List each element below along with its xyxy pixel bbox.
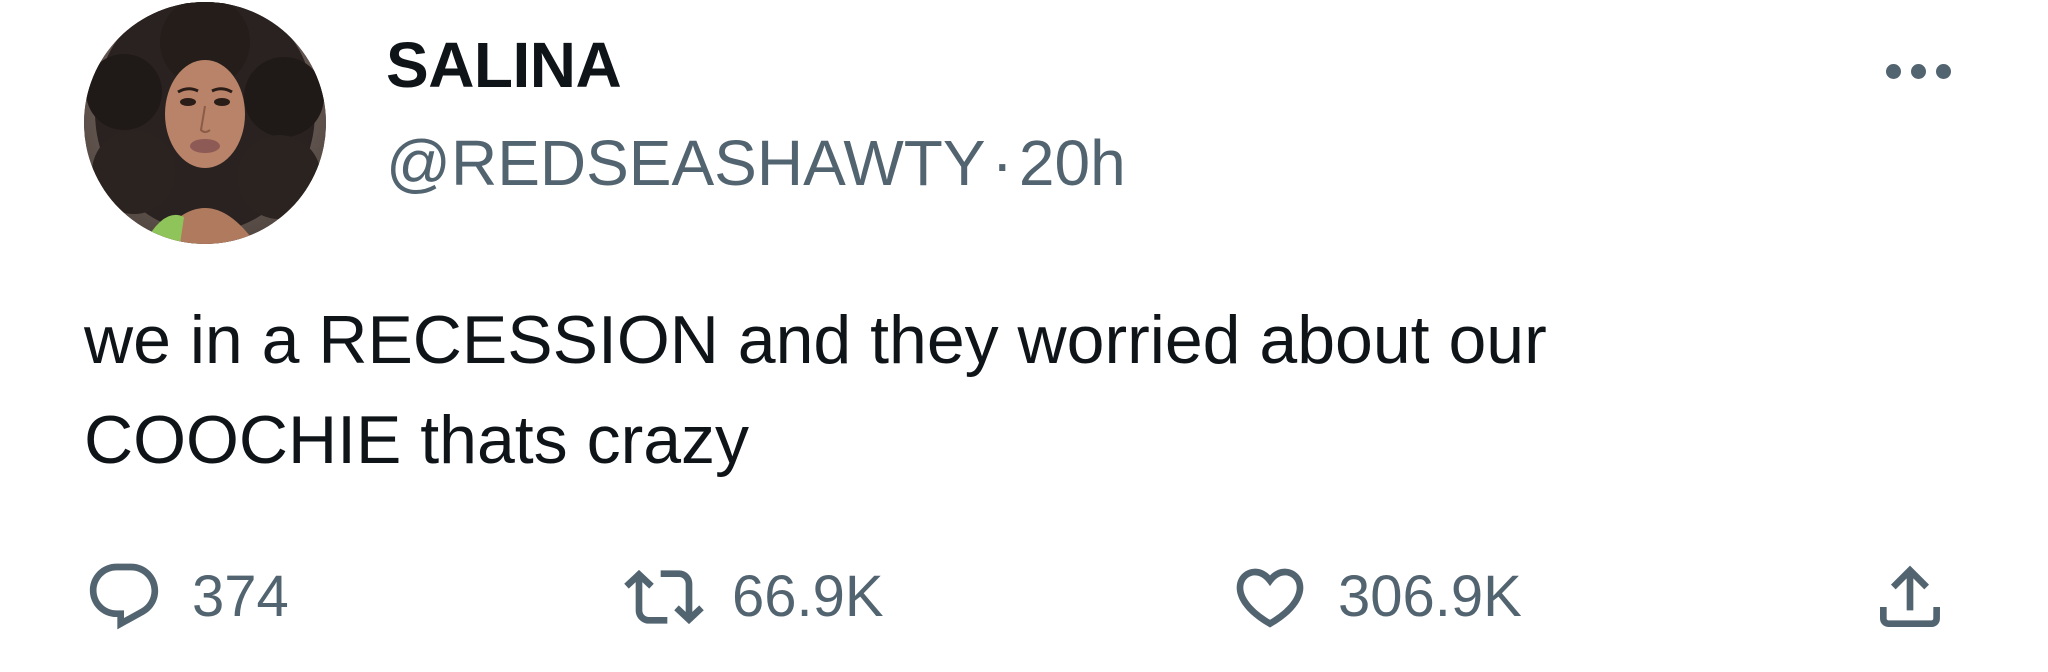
retweet-count: 66.9K	[732, 564, 884, 629]
more-dots-icon	[1886, 64, 1901, 79]
more-dots-icon-dot-2	[1911, 64, 1926, 79]
more-dots-icon-dot-3	[1936, 64, 1951, 79]
handle[interactable]: @REDSEASHAWTY	[386, 127, 986, 199]
avatar-image	[84, 2, 326, 244]
heart-icon	[1236, 568, 1304, 628]
share-button[interactable]	[1870, 552, 1950, 642]
retweet-arrows-icon	[624, 569, 704, 625]
meta-separator: ·	[991, 127, 1013, 199]
reply-count: 374	[192, 564, 289, 629]
like-count: 306.9K	[1338, 564, 1522, 629]
tweet-meta: @REDSEASHAWTY·20h	[386, 124, 1126, 202]
like-button[interactable]: 306.9K	[1230, 552, 1522, 642]
timestamp[interactable]: 20h	[1019, 127, 1126, 199]
tweet-card: SALINA @REDSEASHAWTY·20h we in a RECESSI…	[0, 0, 2048, 672]
avatar[interactable]	[84, 2, 326, 244]
retweet-button[interactable]: 66.9K	[624, 552, 884, 642]
more-options-button[interactable]	[1880, 40, 1960, 96]
reply-button[interactable]: 374	[84, 552, 289, 642]
tweet-text: we in a RECESSION and they worried about…	[84, 302, 1547, 478]
speech-bubble-icon	[89, 563, 159, 630]
share-upload-icon	[1880, 565, 1940, 627]
display-name[interactable]: SALINA	[386, 26, 622, 104]
